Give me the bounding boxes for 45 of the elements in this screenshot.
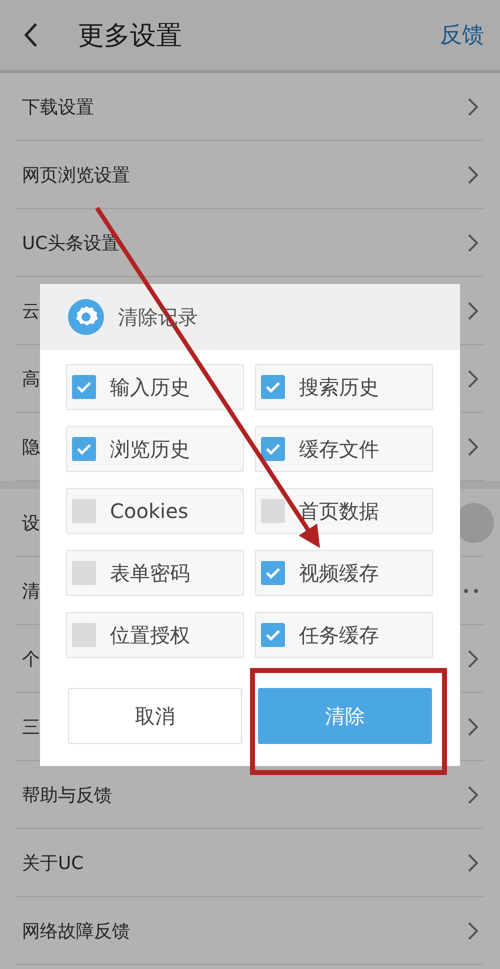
check-icon [265,443,281,455]
check-icon [76,381,92,393]
checkbox-option[interactable]: 浏览历史 [66,426,244,472]
settings-row[interactable]: 网页浏览设置 [16,141,484,209]
cancel-button[interactable]: 取消 [68,688,242,744]
checkbox-option[interactable]: 首页数据 [255,488,433,534]
checkbox-option[interactable]: 输入历史 [66,364,244,410]
dots-icon [464,588,478,592]
chevron-icon [468,786,478,804]
chevron-icon [468,718,478,736]
checkbox[interactable] [72,375,96,399]
chevron-icon [468,650,478,668]
gear-icon [68,299,104,335]
chevron-icon [468,302,478,320]
chevron-icon [468,234,478,252]
checkbox[interactable] [261,375,285,399]
checkbox[interactable] [72,499,96,523]
chevron-icon [468,166,478,184]
chevron-icon [468,922,478,940]
settings-row[interactable]: 下载设置 [16,73,484,141]
check-icon [265,381,281,393]
checkbox-option[interactable]: 表单密码 [66,550,244,596]
chevron-icon [468,370,478,388]
chevron-icon [468,438,478,456]
checkbox-option[interactable]: 缓存文件 [255,426,433,472]
settings-row[interactable]: 网络故障反馈 [16,897,484,965]
chevron-icon [468,854,478,872]
page-title: 更多设置 [78,20,183,52]
checkbox-option[interactable]: 位置授权 [66,612,244,658]
checkbox[interactable] [261,561,285,585]
checkbox-option[interactable]: 视频缓存 [255,550,433,596]
check-icon [265,567,281,579]
check-icon [76,443,92,455]
settings-row[interactable]: 关于UC [16,829,484,897]
checkbox[interactable] [72,561,96,585]
checkbox[interactable] [72,623,96,647]
checkbox[interactable] [261,623,285,647]
chevron-icon [468,98,478,116]
checkbox-option[interactable]: 搜索历史 [255,364,433,410]
checkbox[interactable] [72,437,96,461]
check-icon [265,629,281,641]
checkbox[interactable] [261,499,285,523]
checkbox[interactable] [261,437,285,461]
checkbox-option[interactable]: Cookies [66,488,244,534]
checkbox-option[interactable]: 任务缓存 [255,612,433,658]
